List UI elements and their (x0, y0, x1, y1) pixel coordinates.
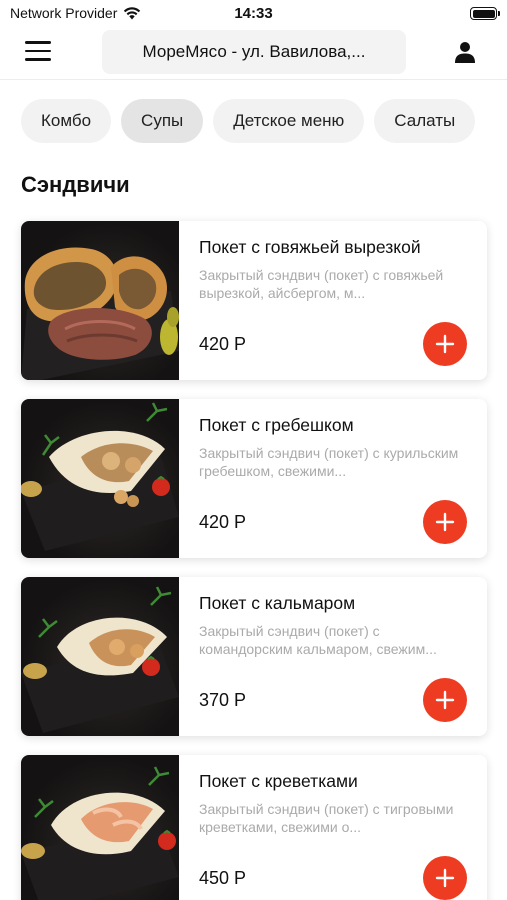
product-info: Покет с говяжьей вырезкой Закрытый сэндв… (199, 237, 471, 302)
add-to-cart-button[interactable] (423, 322, 467, 366)
product-description: Закрытый сэндвич (покет) с тигровыми кре… (199, 801, 454, 835)
app-header: МореМясо - ул. Вавилова,... (0, 26, 507, 80)
plus-icon (435, 334, 455, 354)
category-chip-label: Комбо (41, 111, 92, 130)
product-title: Покет с кальмаром (199, 593, 356, 613)
product-image (21, 577, 179, 736)
add-to-cart-button[interactable] (423, 856, 467, 900)
product-description: Закрытый сэндвич (покет) с командорским … (199, 623, 437, 657)
product-list: Покет с говяжьей вырезкой Закрытый сэндв… (21, 221, 487, 900)
add-to-cart-button[interactable] (423, 500, 467, 544)
product-info: Покет с кальмаром Закрытый сэндвич (поке… (199, 593, 471, 658)
plus-icon (435, 868, 455, 888)
category-chip-label: Детское меню (233, 111, 345, 130)
product-card[interactable]: Покет с говяжьей вырезкой Закрытый сэндв… (21, 221, 487, 380)
product-description: Закрытый сэндвич (покет) с курильским гр… (199, 445, 459, 479)
product-price: 420 Р (199, 334, 247, 354)
product-price: 420 Р (199, 512, 247, 532)
category-chip-combo[interactable]: Комбо (21, 99, 112, 143)
hamburger-icon[interactable] (25, 41, 51, 63)
add-to-cart-button[interactable] (423, 678, 467, 722)
restaurant-address-selector[interactable]: МореМясо - ул. Вавилова,... (102, 30, 406, 74)
product-title: Покет с гребешком (199, 415, 354, 435)
status-time: 14:33 (234, 5, 273, 22)
product-card[interactable]: Покет с кальмаром Закрытый сэндвич (поке… (21, 577, 487, 736)
category-chip-label: Супы (141, 111, 184, 130)
product-image (21, 755, 179, 900)
section-title: Сэндвичи (21, 172, 130, 197)
category-chip-soups[interactable]: Супы (121, 99, 204, 143)
product-image (21, 399, 179, 558)
product-title: Покет с говяжьей вырезкой (199, 237, 421, 257)
product-price: 450 Р (199, 868, 247, 888)
plus-icon (435, 690, 455, 710)
product-title: Покет с креветками (199, 771, 358, 791)
product-info: Покет с креветками Закрытый сэндвич (пок… (199, 771, 471, 836)
status-bar: Network Provider 14:33 (0, 0, 507, 26)
category-tabs: Комбо Супы Детское меню Салаты (21, 99, 507, 143)
category-chip-label: Салаты (394, 111, 456, 130)
product-image (21, 221, 179, 380)
product-description: Закрытый сэндвич (покет) с говяжьей выре… (199, 267, 444, 301)
category-chip-salads[interactable]: Салаты (374, 99, 476, 143)
restaurant-address-label: МореМясо - ул. Вавилова,... (142, 42, 366, 61)
plus-icon (435, 512, 455, 532)
product-card[interactable]: Покет с гребешком Закрытый сэндвич (поке… (21, 399, 487, 558)
product-info: Покет с гребешком Закрытый сэндвич (поке… (199, 415, 471, 480)
user-icon[interactable] (453, 40, 477, 64)
battery-icon (470, 7, 500, 20)
product-price: 370 Р (199, 690, 247, 710)
product-card[interactable]: Покет с креветками Закрытый сэндвич (пок… (21, 755, 487, 900)
category-chip-kids-menu[interactable]: Детское меню (213, 99, 365, 143)
